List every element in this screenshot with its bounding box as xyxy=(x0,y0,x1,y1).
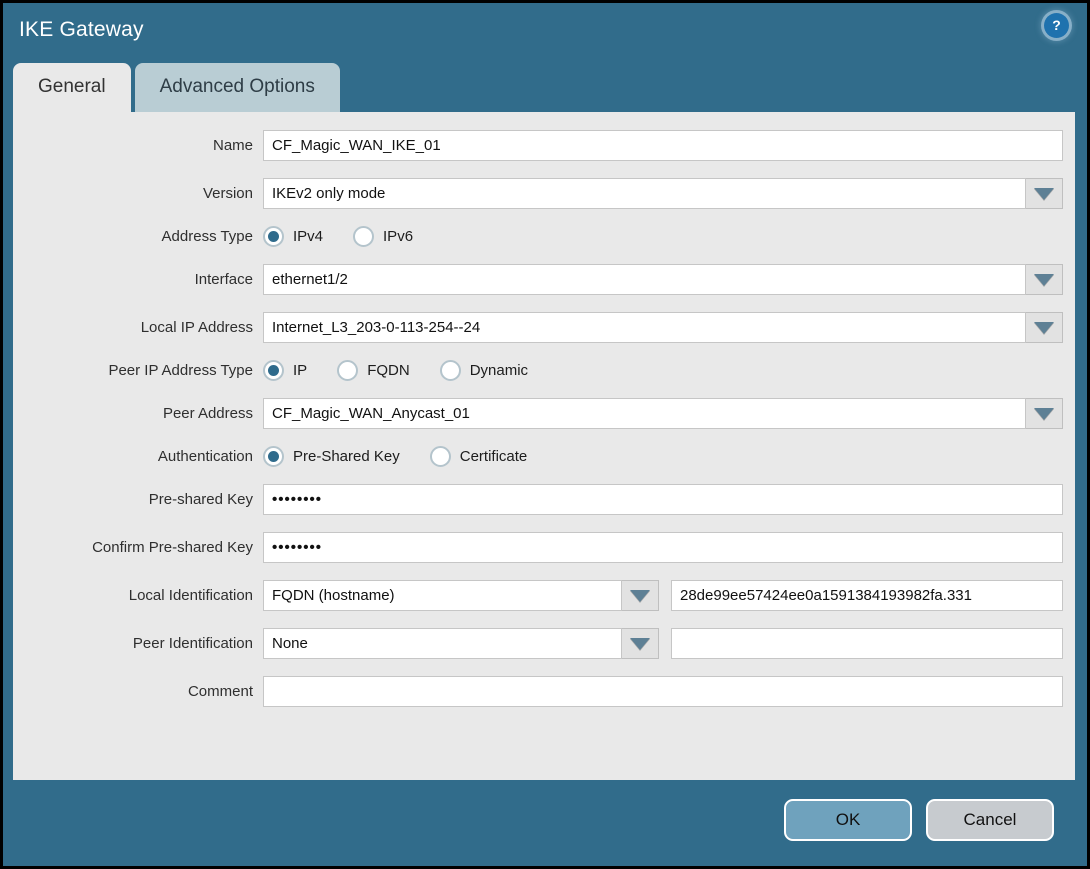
address-type-radio-group: IPv4 IPv6 xyxy=(263,226,1063,247)
row-confirm-pre-shared-key: Confirm Pre-shared Key xyxy=(13,532,1063,563)
confirm-pre-shared-key-label: Confirm Pre-shared Key xyxy=(92,539,253,556)
chevron-down-icon xyxy=(1034,273,1054,286)
local-ip-address-input[interactable] xyxy=(263,312,1026,343)
peer-identification-value-input[interactable] xyxy=(671,628,1063,659)
radio-dynamic[interactable] xyxy=(439,360,461,381)
chevron-down-icon xyxy=(1034,321,1054,334)
row-peer-identification: Peer Identification xyxy=(13,628,1063,659)
local-identification-type-input[interactable] xyxy=(263,580,622,611)
row-local-identification: Local Identification xyxy=(13,580,1063,611)
interface-combobox xyxy=(263,264,1063,295)
row-peer-ip-address-type: Peer IP Address Type IP FQDN Dynamic xyxy=(13,360,1063,381)
radio-fqdn-label: FQDN xyxy=(367,362,410,379)
chevron-down-icon xyxy=(1034,407,1054,420)
confirm-pre-shared-key-input[interactable] xyxy=(263,532,1063,563)
local-ip-address-label: Local IP Address xyxy=(140,319,253,336)
radio-fqdn[interactable] xyxy=(337,360,359,381)
row-address-type: Address Type IPv4 IPv6 xyxy=(13,226,1063,247)
local-identification-type-combobox xyxy=(263,580,659,611)
chevron-down-icon xyxy=(630,589,650,602)
tab-bar: General Advanced Options xyxy=(3,63,1087,112)
dialog-titlebar: IKE Gateway ? xyxy=(3,3,1087,63)
version-input[interactable] xyxy=(263,178,1026,209)
radio-pre-shared-key-label: Pre-Shared Key xyxy=(293,448,400,465)
interface-dropdown-button[interactable] xyxy=(1026,264,1063,295)
radio-ipv6[interactable] xyxy=(353,226,375,247)
radio-ip[interactable] xyxy=(263,360,284,381)
local-ip-address-dropdown-button[interactable] xyxy=(1026,312,1063,343)
tab-advanced-options[interactable]: Advanced Options xyxy=(134,63,340,112)
ok-button[interactable]: OK xyxy=(784,799,912,841)
pre-shared-key-label: Pre-shared Key xyxy=(148,491,253,508)
help-icon[interactable]: ? xyxy=(1044,13,1069,38)
dialog-footer: OK Cancel xyxy=(3,780,1087,866)
peer-identification-type-input[interactable] xyxy=(263,628,622,659)
radio-ip-label: IP xyxy=(293,362,308,379)
row-interface: Interface xyxy=(13,264,1063,295)
general-tab-panel: Name Version Address Type IPv4 xyxy=(13,112,1075,780)
ike-gateway-dialog: IKE Gateway ? General Advanced Options N… xyxy=(0,0,1090,869)
peer-address-input[interactable] xyxy=(263,398,1026,429)
cancel-button[interactable]: Cancel xyxy=(926,799,1054,841)
version-dropdown-button[interactable] xyxy=(1026,178,1063,209)
local-ip-address-combobox xyxy=(263,312,1063,343)
row-peer-address: Peer Address xyxy=(13,398,1063,429)
name-input[interactable] xyxy=(263,130,1063,161)
radio-dynamic-label: Dynamic xyxy=(469,362,529,379)
pre-shared-key-input[interactable] xyxy=(263,484,1063,515)
address-type-label: Address Type xyxy=(161,228,253,245)
peer-address-dropdown-button[interactable] xyxy=(1026,398,1063,429)
tab-general[interactable]: General xyxy=(13,63,131,112)
row-version: Version xyxy=(13,178,1063,209)
comment-label: Comment xyxy=(187,683,253,700)
local-identification-label: Local Identification xyxy=(128,587,253,604)
local-identification-value-input[interactable] xyxy=(671,580,1063,611)
version-combobox xyxy=(263,178,1063,209)
chevron-down-icon xyxy=(630,637,650,650)
comment-input[interactable] xyxy=(263,676,1063,707)
row-comment: Comment xyxy=(13,676,1063,707)
row-authentication: Authentication Pre-Shared Key Certificat… xyxy=(13,446,1063,467)
version-label: Version xyxy=(202,185,253,202)
authentication-label: Authentication xyxy=(157,448,253,465)
peer-identification-type-combobox xyxy=(263,628,659,659)
radio-certificate-label: Certificate xyxy=(459,448,528,465)
radio-ipv4-label: IPv4 xyxy=(293,228,324,245)
dialog-title: IKE Gateway xyxy=(19,18,144,41)
radio-ipv6-label: IPv6 xyxy=(383,228,414,245)
row-name: Name xyxy=(13,130,1063,161)
peer-identification-label: Peer Identification xyxy=(132,635,253,652)
name-label: Name xyxy=(212,137,253,154)
authentication-radio-group: Pre-Shared Key Certificate xyxy=(263,446,1063,467)
interface-input[interactable] xyxy=(263,264,1026,295)
radio-certificate[interactable] xyxy=(429,446,451,467)
peer-ip-type-radio-group: IP FQDN Dynamic xyxy=(263,360,1063,381)
row-local-ip-address: Local IP Address xyxy=(13,312,1063,343)
peer-ip-address-type-label: Peer IP Address Type xyxy=(108,362,253,379)
interface-label: Interface xyxy=(194,271,253,288)
chevron-down-icon xyxy=(1034,187,1054,200)
radio-pre-shared-key[interactable] xyxy=(263,446,284,467)
peer-identification-dropdown-button[interactable] xyxy=(622,628,659,659)
peer-address-combobox xyxy=(263,398,1063,429)
peer-address-label: Peer Address xyxy=(162,405,253,422)
radio-ipv4[interactable] xyxy=(263,226,284,247)
row-pre-shared-key: Pre-shared Key xyxy=(13,484,1063,515)
local-identification-dropdown-button[interactable] xyxy=(622,580,659,611)
